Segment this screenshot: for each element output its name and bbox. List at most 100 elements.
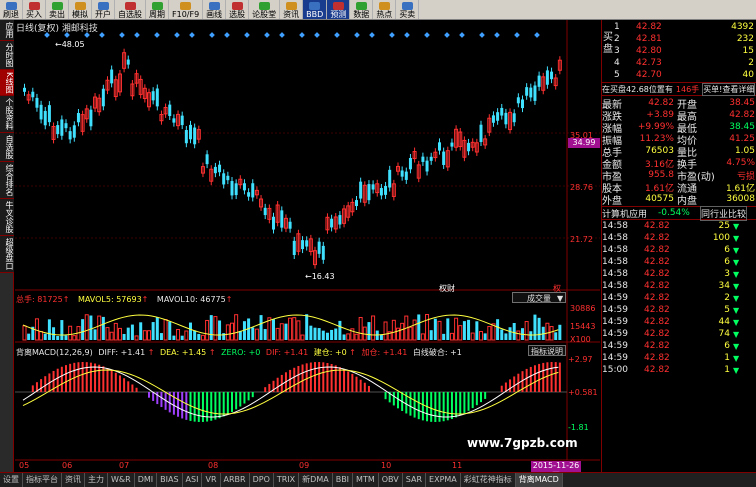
orderbook-row[interactable]: 1 42.82 4392 xyxy=(614,21,756,33)
orderbook-row[interactable]: 4 42.73 2 xyxy=(614,57,756,69)
indicator-tab[interactable]: ARBR xyxy=(221,473,250,487)
indicator-tab[interactable]: EXPMA xyxy=(426,473,461,487)
volume-bar xyxy=(313,327,317,340)
sidebar-item-timeline[interactable]: 分时图 xyxy=(0,41,14,70)
volume: 4392 xyxy=(731,22,754,32)
candle-down xyxy=(213,166,217,174)
toolbar-bbd-button[interactable]: BBD xyxy=(303,0,328,19)
toolbar-f10-button[interactable]: F10/F9 xyxy=(169,0,204,19)
toolbar-buy-button[interactable]: 买入 xyxy=(23,0,46,19)
volume-bar xyxy=(259,315,263,340)
toolbar-news-button[interactable]: 资讯 xyxy=(280,0,304,19)
volume-bar xyxy=(288,317,293,341)
signal-marker xyxy=(224,32,230,38)
quote-row: 外盘 40575 内盘 36008 xyxy=(602,193,756,207)
quote-table: 最新 42.82 开盘 38.45 涨跌 +3.89 最高 42.82 涨幅 +9.99% 最低 38… xyxy=(602,96,756,207)
indicator-tab[interactable]: BBI xyxy=(333,473,354,487)
quote-value: 955.8 xyxy=(648,170,674,180)
candle-down xyxy=(68,131,72,140)
view-detail-button[interactable]: 买单!查看详细 xyxy=(702,82,756,96)
indicator-tab[interactable]: MTM xyxy=(353,473,379,487)
orderbook-row[interactable]: 5 42.70 40 xyxy=(614,69,756,81)
level: 5 xyxy=(614,70,620,80)
price: 42.82 xyxy=(636,22,662,32)
candle-down xyxy=(379,188,383,196)
toolbar-sim-button[interactable]: 模拟 xyxy=(69,0,92,19)
volume-bar xyxy=(193,330,197,340)
candle-down xyxy=(500,107,504,116)
candle-down xyxy=(168,104,172,117)
buy2-icon xyxy=(401,2,413,10)
volume-bar xyxy=(458,325,463,341)
volume-bar xyxy=(433,318,437,340)
indicator-tab[interactable]: 设置 xyxy=(0,473,23,487)
candle-down xyxy=(193,127,197,145)
volume-bar xyxy=(300,334,305,341)
volume-bar xyxy=(56,335,60,340)
indicator-tab[interactable]: 指标平台 xyxy=(23,473,62,487)
volume-bar xyxy=(180,335,184,340)
indicator-tab[interactable]: 新DMA xyxy=(299,473,333,487)
indicator-tab[interactable]: DMI xyxy=(135,473,158,487)
toolbar-period-button[interactable]: 周期 xyxy=(146,0,169,19)
indicator-help-button[interactable]: 指标说明 xyxy=(528,345,566,356)
indicator-tab[interactable]: W&R xyxy=(108,473,135,487)
tick-time: 14:58 xyxy=(602,221,628,231)
volume-bar xyxy=(168,321,172,340)
sidebar-item-bull[interactable]: 牛叉诊股 xyxy=(0,199,14,237)
toolbar-watchlist-button[interactable]: 自选股 xyxy=(115,0,146,19)
indicator-tab[interactable]: 彩虹花神指标 xyxy=(461,473,516,487)
volume-bar xyxy=(467,319,471,340)
sidebar-item-rank[interactable]: 综合排名 xyxy=(0,162,14,200)
candle-down xyxy=(56,125,60,135)
chart-canvas[interactable] xyxy=(15,20,600,472)
sidebar-item-market[interactable]: 超级盘口 xyxy=(0,236,14,274)
toolbar-open-button[interactable]: 开户 xyxy=(92,0,115,19)
orderbook-row[interactable]: 2 42.81 232 xyxy=(614,33,756,45)
arrow-down-icon: ▼ xyxy=(733,293,740,303)
toolbar-draw-button[interactable]: 画线 xyxy=(203,0,227,19)
finance-badge[interactable]: 权财 xyxy=(439,283,455,294)
toolbar-buy2-button[interactable]: 买卖 xyxy=(396,0,420,19)
indicator-tab[interactable]: DPO xyxy=(250,473,274,487)
kline-chart-area[interactable]: 日线(复权) 湘邮科技 ←48.05 ←16.43 35.01 34.99 28… xyxy=(15,20,600,480)
indicator-dropdown[interactable]: 成交量 ▼ xyxy=(512,292,566,303)
volume-bar xyxy=(554,332,558,340)
signal-marker xyxy=(514,32,520,38)
toolbar-data-button[interactable]: 数据 xyxy=(350,0,374,19)
tick-list[interactable]: 14:58 42.82 25 ▼ 14:58 42.82 100 ▼ 14:58 42.82 6 ▼ 1… xyxy=(602,220,756,376)
indicator-tab[interactable]: 资讯 xyxy=(62,473,85,487)
toolbar-back-button[interactable]: 刷退 xyxy=(0,0,23,19)
indicator-tab[interactable]: ASI xyxy=(183,473,203,487)
indicator-tab[interactable]: BIAS xyxy=(157,473,183,487)
tick-price: 42.82 xyxy=(644,317,670,327)
toolbar-hot-button[interactable]: 热点 xyxy=(373,0,397,19)
price: 42.80 xyxy=(636,46,662,56)
sidebar-item-f10[interactable]: 个股资料 xyxy=(0,96,14,134)
indicator-tab[interactable]: OBV xyxy=(379,473,403,487)
candle-down xyxy=(371,184,375,190)
indicator-tab[interactable]: TRIX xyxy=(274,473,300,487)
volume-bar xyxy=(325,332,329,340)
indicator-tab[interactable]: 主力 xyxy=(85,473,108,487)
industry-compare-button[interactable]: 同行业比较 xyxy=(700,205,748,221)
volume-bar xyxy=(197,333,201,340)
toolbar-sell-button[interactable]: 卖出 xyxy=(46,0,69,19)
indicator-tab[interactable]: VR xyxy=(202,473,221,487)
toolbar-pick-button[interactable]: 选股 xyxy=(226,0,250,19)
sidebar-item-watch[interactable]: 自选股 xyxy=(0,133,14,163)
volume-bar xyxy=(189,322,192,340)
orderbook-row[interactable]: 3 42.80 15 xyxy=(614,45,756,57)
indicator-tab[interactable]: SAR xyxy=(403,473,427,487)
sidebar-item-kline[interactable]: K线图 xyxy=(0,70,14,97)
sidebar-item-app[interactable]: 应用 xyxy=(0,20,14,41)
toolbar-forum-button[interactable]: 论股堂 xyxy=(249,0,281,19)
tick-volume: 1 xyxy=(724,353,730,363)
candle-down xyxy=(43,110,47,126)
candle-down xyxy=(189,124,192,140)
signal-marker xyxy=(174,32,180,38)
indicator-tab[interactable]: 背离MACD xyxy=(515,473,563,487)
quote-panel: 买盘 1 42.82 4392 2 42.81 232 3 42.80 15 4 42.73 2 5 42… xyxy=(601,20,756,472)
forum-icon xyxy=(258,2,270,10)
toolbar-predict-button[interactable]: 预测 xyxy=(327,0,351,19)
